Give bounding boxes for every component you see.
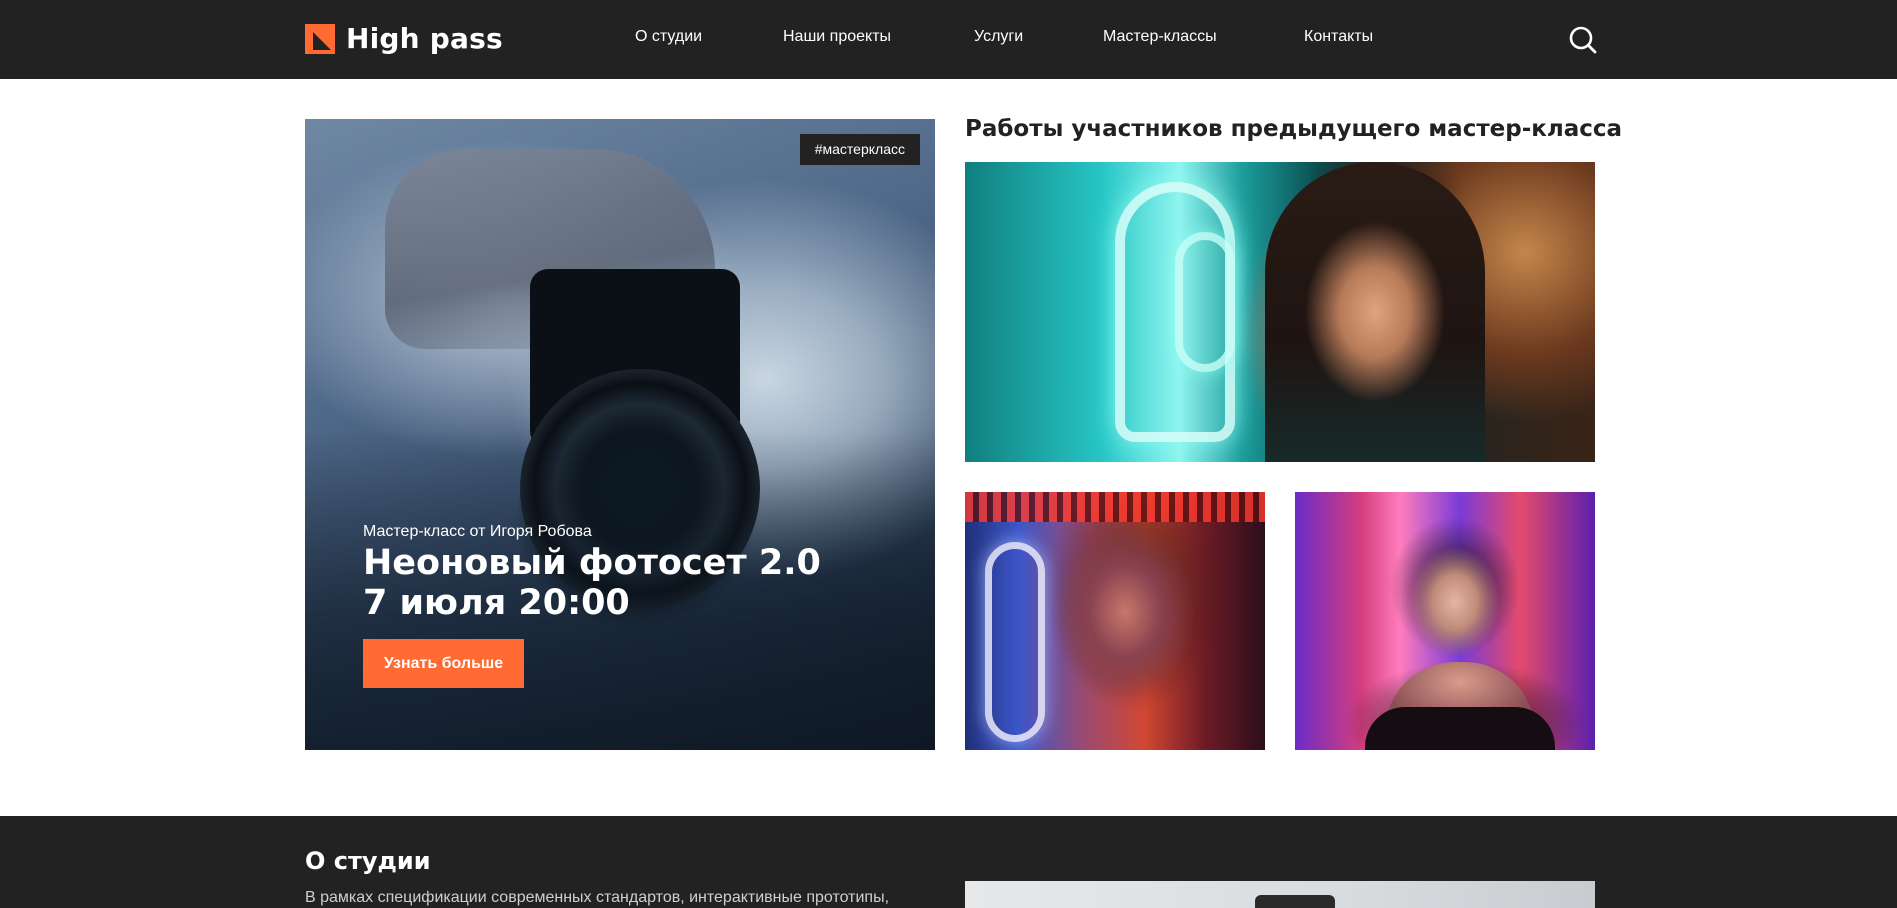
nav-item-about[interactable]: О студии bbox=[635, 28, 702, 46]
about-section: О студии В рамках спецификации современн… bbox=[0, 816, 1897, 908]
hero-tag[interactable]: #мастеркласс bbox=[799, 134, 920, 165]
logo[interactable]: High pass bbox=[305, 21, 503, 57]
works-title: Работы участников предыдущего мастер-кла… bbox=[965, 116, 1623, 142]
nav-item-projects[interactable]: Наши проекты bbox=[783, 28, 891, 46]
work-photo-2[interactable] bbox=[965, 492, 1265, 750]
logo-text: High pass bbox=[346, 22, 503, 55]
hero-title-line1: Неоновый фотосет 2.0 bbox=[363, 543, 821, 583]
search-button[interactable] bbox=[1568, 25, 1598, 55]
site-header: High pass О студии Наши проекты Услуги М… bbox=[0, 0, 1897, 79]
nav-item-masterclasses[interactable]: Мастер-классы bbox=[1103, 28, 1217, 46]
hero-subtitle: Мастер-класс от Игоря Робова bbox=[363, 523, 592, 540]
work-photo-3[interactable] bbox=[1295, 492, 1595, 750]
search-icon bbox=[1569, 26, 1597, 54]
hero-title: Неоновый фотосет 2.0 7 июля 20:00 bbox=[363, 543, 821, 623]
nav-item-services[interactable]: Услуги bbox=[974, 28, 1023, 46]
about-image bbox=[965, 881, 1595, 908]
about-text: В рамках спецификации современных станда… bbox=[305, 889, 890, 906]
photo-neon-shape bbox=[985, 542, 1045, 742]
work-photo-1[interactable] bbox=[965, 162, 1595, 462]
photo-neon-shape bbox=[1175, 232, 1235, 372]
photo-portrait-dress bbox=[1365, 707, 1555, 750]
nav-item-contacts[interactable]: Контакты bbox=[1304, 28, 1373, 46]
hero-title-line2: 7 июля 20:00 bbox=[363, 583, 630, 623]
learn-more-button[interactable]: Узнать больше bbox=[363, 639, 524, 688]
hero-card: #мастеркласс Мастер-класс от Игоря Робов… bbox=[305, 119, 935, 750]
photo-neon-strip bbox=[965, 492, 1265, 522]
about-image-object bbox=[1255, 895, 1335, 908]
photo-portrait bbox=[1265, 162, 1485, 462]
logo-icon bbox=[305, 24, 335, 54]
about-title: О студии bbox=[305, 847, 431, 875]
